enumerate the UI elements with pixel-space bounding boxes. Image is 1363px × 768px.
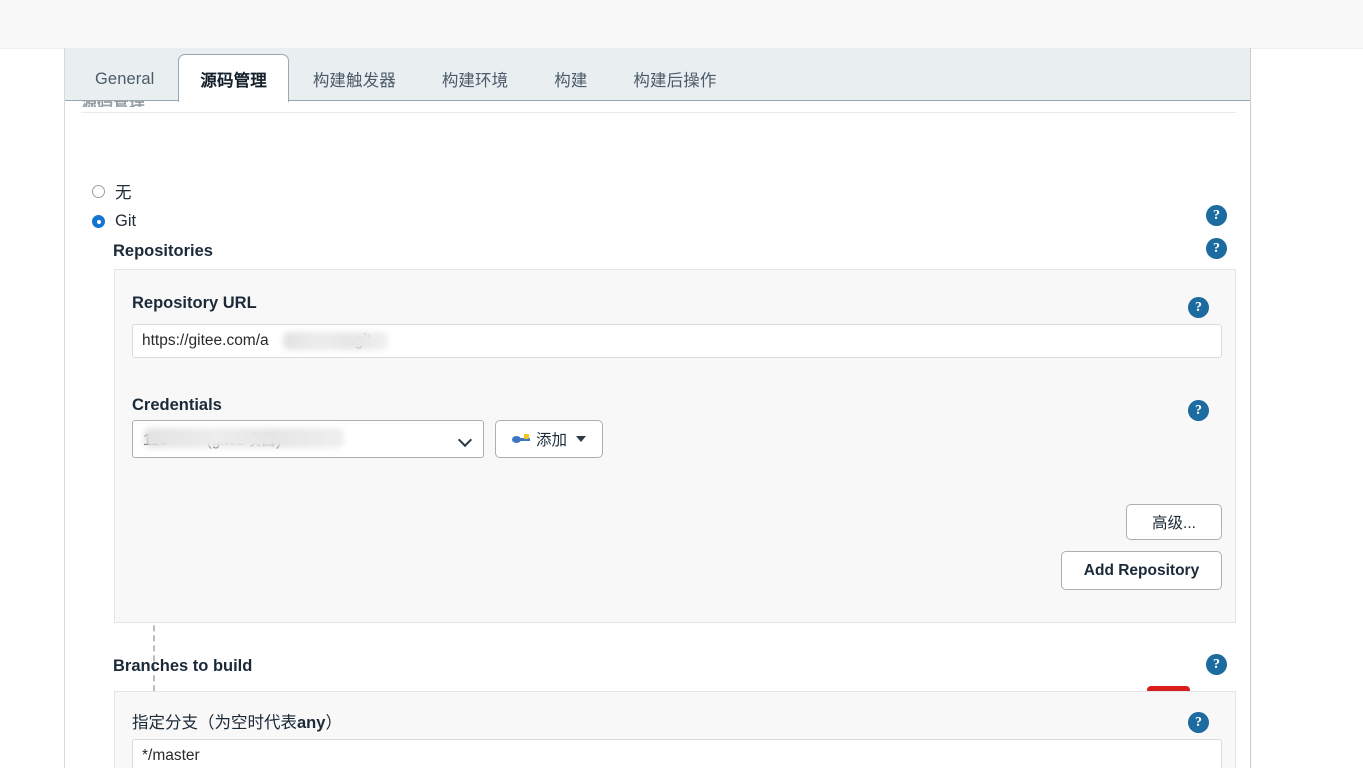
help-icon-git[interactable]: ? <box>1206 205 1227 226</box>
tab-build-environment[interactable]: 构建环境 <box>420 56 530 101</box>
config-content-scroll-area[interactable]: 源码管理 无 Git ? Repositories ? Repository U… <box>65 101 1250 768</box>
advanced-button[interactable]: 高级... <box>1126 504 1222 540</box>
config-tab-list: General 源码管理 构建触发器 构建环境 构建 构建后操作 <box>73 48 740 102</box>
scm-option-none[interactable]: 无 <box>92 179 132 203</box>
branch-specifier-label-text: 指定分支（为空时代表 <box>132 714 297 732</box>
add-repository-button[interactable]: Add Repository <box>1061 551 1222 590</box>
scm-option-git[interactable]: Git <box>92 212 136 231</box>
caret-down-icon <box>576 436 586 442</box>
radio-git-label[interactable]: Git <box>115 212 136 231</box>
repository-url-redaction <box>283 332 388 350</box>
tab-post-build-actions[interactable]: 构建后操作 <box>611 56 738 101</box>
branch-specifier-label-any: any <box>297 714 326 732</box>
add-repository-label: Add Repository <box>1083 561 1200 579</box>
browser-chrome-strip <box>0 0 1363 49</box>
branch-specifier-label-tail: ） <box>325 714 342 732</box>
repository-url-label: Repository URL <box>132 294 257 312</box>
credentials-label: Credentials <box>132 396 222 414</box>
help-icon-credentials[interactable]: ? <box>1188 400 1209 421</box>
credentials-redaction <box>144 428 344 448</box>
tab-build[interactable]: 构建 <box>532 56 609 101</box>
add-credentials-label: 添加 <box>535 432 567 449</box>
job-config-page: General 源码管理 构建触发器 构建环境 构建 构建后操作 源码管理 无 … <box>64 48 1251 768</box>
content-top-divider <box>81 112 1236 113</box>
help-icon-branches[interactable]: ? <box>1206 654 1227 675</box>
radio-none[interactable] <box>92 184 105 198</box>
branches-to-build-title: Branches to build <box>113 657 253 675</box>
add-credentials-button[interactable]: 添加 <box>495 420 603 458</box>
help-icon-repositories[interactable]: ? <box>1206 238 1227 259</box>
repositories-title: Repositories <box>113 242 213 260</box>
tab-general[interactable]: General <box>73 56 176 101</box>
branch-specifier-label: 指定分支（为空时代表any） <box>132 709 342 733</box>
advanced-label: 高级... <box>1152 515 1196 532</box>
radio-none-label[interactable]: 无 <box>115 179 132 203</box>
key-icon <box>511 433 531 445</box>
help-icon-repository-url[interactable]: ? <box>1188 297 1209 318</box>
branch-specifier-input[interactable] <box>132 739 1222 768</box>
chevron-down-icon <box>459 432 473 446</box>
help-icon-branch-specifier[interactable]: ? <box>1188 712 1209 733</box>
tab-source-code-management[interactable]: 源码管理 <box>178 54 289 102</box>
config-tabbar: General 源码管理 构建触发器 构建环境 构建 构建后操作 <box>65 48 1250 102</box>
tab-build-triggers[interactable]: 构建触发器 <box>291 56 418 101</box>
radio-git[interactable] <box>92 215 105 228</box>
